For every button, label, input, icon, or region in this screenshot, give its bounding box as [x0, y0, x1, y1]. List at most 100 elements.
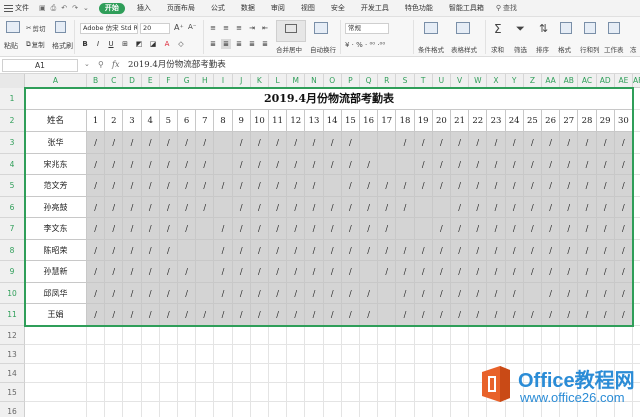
attendance-cell[interactable]: /: [196, 175, 215, 197]
row-header[interactable]: 13: [0, 344, 25, 364]
attendance-cell[interactable]: /: [178, 175, 197, 197]
attendance-cell[interactable]: /: [505, 304, 524, 326]
attendance-cell[interactable]: /: [487, 218, 506, 240]
brush-icon[interactable]: [55, 21, 66, 33]
empty-cell[interactable]: [269, 401, 288, 417]
attendance-cell[interactable]: [378, 282, 397, 304]
empty-cell[interactable]: [287, 325, 306, 345]
attendance-cell[interactable]: /: [341, 132, 360, 154]
day-header[interactable]: 21: [451, 110, 470, 132]
attendance-cell[interactable]: /: [523, 239, 542, 261]
attendance-cell[interactable]: /: [560, 261, 579, 283]
align-right-icon[interactable]: ≣: [234, 39, 244, 49]
attendance-cell[interactable]: /: [396, 175, 415, 197]
attendance-cell[interactable]: /: [578, 153, 597, 175]
attendance-cell[interactable]: /: [523, 132, 542, 154]
attendance-cell[interactable]: /: [87, 153, 106, 175]
empty-cell[interactable]: [614, 325, 633, 345]
empty-cell[interactable]: [232, 344, 251, 364]
cut-button[interactable]: ✂ 剪切: [26, 23, 45, 33]
attendance-cell[interactable]: /: [232, 304, 251, 326]
empty-cell[interactable]: [141, 363, 160, 383]
column-header[interactable]: I: [214, 74, 233, 88]
row-header[interactable]: 7: [0, 218, 25, 240]
font-name-select[interactable]: Adobe 仿宋 Std R: [80, 23, 138, 34]
attendance-cell[interactable]: /: [341, 282, 360, 304]
attendance-cell[interactable]: /: [523, 304, 542, 326]
attendance-cell[interactable]: /: [341, 196, 360, 218]
format-label[interactable]: 格式: [558, 44, 571, 54]
attendance-cell[interactable]: /: [469, 261, 488, 283]
tab-menu[interactable]: 页面布局: [159, 0, 203, 17]
attendance-cell[interactable]: /: [141, 282, 160, 304]
attendance-cell[interactable]: /: [614, 239, 633, 261]
attendance-cell[interactable]: /: [396, 132, 415, 154]
attendance-cell[interactable]: /: [451, 196, 470, 218]
attendance-cell[interactable]: /: [396, 282, 415, 304]
attendance-cell[interactable]: /: [451, 261, 470, 283]
print-icon[interactable]: ⎙: [51, 4, 57, 13]
empty-cell[interactable]: [25, 382, 87, 402]
empty-cell[interactable]: [396, 325, 415, 345]
row-header[interactable]: 8: [0, 239, 25, 261]
filter-icon[interactable]: ⏷: [516, 22, 525, 36]
table-style-label[interactable]: 表格样式: [451, 44, 477, 54]
day-header[interactable]: 13: [305, 110, 324, 132]
attendance-cell[interactable]: /: [487, 239, 506, 261]
empty-cell[interactable]: [341, 382, 360, 402]
day-header[interactable]: 19: [414, 110, 433, 132]
employee-name[interactable]: 李文东: [25, 218, 87, 240]
attendance-cell[interactable]: /: [596, 153, 615, 175]
empty-cell[interactable]: [196, 344, 215, 364]
attendance-cell[interactable]: /: [269, 239, 288, 261]
empty-cell[interactable]: [159, 363, 178, 383]
attendance-cell[interactable]: /: [305, 132, 324, 154]
attendance-cell[interactable]: /: [305, 282, 324, 304]
attendance-cell[interactable]: /: [232, 261, 251, 283]
attendance-cell[interactable]: [323, 175, 342, 197]
day-header[interactable]: 4: [141, 110, 160, 132]
empty-cell[interactable]: [25, 325, 87, 345]
attendance-cell[interactable]: /: [523, 196, 542, 218]
day-header[interactable]: 5: [159, 110, 178, 132]
empty-cell[interactable]: [287, 363, 306, 383]
column-header[interactable]: F: [160, 74, 178, 88]
empty-cell[interactable]: [141, 382, 160, 402]
attendance-cell[interactable]: /: [378, 175, 397, 197]
column-header[interactable]: E: [142, 74, 160, 88]
empty-cell[interactable]: [378, 344, 397, 364]
column-header[interactable]: A: [25, 74, 87, 88]
attendance-cell[interactable]: /: [269, 153, 288, 175]
attendance-cell[interactable]: /: [159, 304, 178, 326]
tab-menu[interactable]: 开发工具: [353, 0, 397, 17]
empty-cell[interactable]: [432, 382, 451, 402]
attendance-cell[interactable]: /: [159, 218, 178, 240]
column-header[interactable]: C: [105, 74, 124, 88]
empty-cell[interactable]: [141, 325, 160, 345]
attendance-cell[interactable]: /: [578, 175, 597, 197]
empty-cell[interactable]: [432, 401, 451, 417]
attendance-cell[interactable]: /: [505, 153, 524, 175]
empty-cell[interactable]: [451, 363, 470, 383]
column-header[interactable]: J: [233, 74, 251, 88]
column-header[interactable]: G: [178, 74, 197, 88]
attendance-cell[interactable]: /: [232, 132, 251, 154]
attendance-cell[interactable]: /: [578, 261, 597, 283]
empty-cell[interactable]: [396, 344, 415, 364]
empty-cell[interactable]: [105, 401, 124, 417]
empty-cell[interactable]: [305, 401, 324, 417]
attendance-cell[interactable]: /: [269, 218, 288, 240]
attendance-cell[interactable]: /: [105, 196, 124, 218]
outdent-icon[interactable]: ⇤: [260, 23, 270, 33]
formula-input[interactable]: 2019.4月份物流部考勤表: [128, 59, 226, 72]
empty-cell[interactable]: [196, 382, 215, 402]
attendance-cell[interactable]: /: [451, 132, 470, 154]
employee-name[interactable]: 范文芳: [25, 175, 87, 197]
attendance-cell[interactable]: [178, 239, 197, 261]
attendance-cell[interactable]: /: [141, 218, 160, 240]
attendance-cell[interactable]: /: [396, 304, 415, 326]
table-style-icon[interactable]: [456, 22, 470, 34]
empty-cell[interactable]: [87, 363, 106, 383]
empty-cell[interactable]: [396, 382, 415, 402]
attendance-cell[interactable]: /: [323, 218, 342, 240]
